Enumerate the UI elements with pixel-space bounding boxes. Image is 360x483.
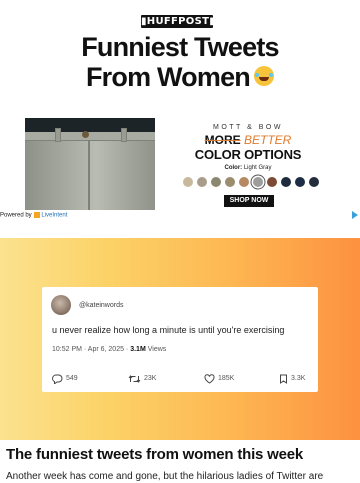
color-swatches <box>173 177 329 189</box>
ad-headline: COLOR OPTIONS <box>194 147 302 162</box>
tweet-views-count: 3.1M <box>130 346 146 353</box>
title-line-1: Funniest Tweets <box>81 32 279 62</box>
tweet-actions: 549 23K 185K 3.3K <box>42 373 318 387</box>
color-swatch[interactable] <box>267 177 277 187</box>
color-swatch[interactable] <box>295 177 305 187</box>
color-swatch[interactable] <box>309 177 319 187</box>
color-label-value: Light Gray <box>243 165 272 171</box>
shop-now-button[interactable]: SHOP NOW <box>224 195 274 207</box>
tweet-text: u never realize how long a minute is unt… <box>52 325 285 335</box>
ad-tagline-more: MORE <box>204 133 241 147</box>
ad-product-image[interactable] <box>25 118 155 210</box>
shirt-hem <box>25 118 155 132</box>
color-swatch[interactable] <box>225 177 235 187</box>
color-label-key: Color: <box>224 165 243 171</box>
tweet-meta: 10:52 PM · Apr 6, 2025 · 3.1M Views <box>52 346 166 353</box>
ad-tagline: MORE BETTER <box>186 133 310 147</box>
article-header: ▮HUFFPOST▮ Funniest Tweets From Women <box>0 0 360 115</box>
article-title: The funniest tweets from women this week <box>6 446 304 463</box>
adchoices-icon[interactable] <box>352 211 358 219</box>
article-body: Another week has come and gone, but the … <box>6 471 324 482</box>
avatar[interactable] <box>51 295 71 315</box>
belt-loop <box>121 128 127 142</box>
color-swatch[interactable] <box>253 177 263 187</box>
reply-icon <box>52 374 63 384</box>
color-swatch[interactable] <box>281 177 291 187</box>
ad-attribution[interactable]: Powered by LiveIntent <box>0 212 67 219</box>
reply-action[interactable]: 549 <box>52 373 78 385</box>
reply-count: 549 <box>66 375 78 382</box>
ad-color-label: Color: Light Gray <box>186 165 310 171</box>
retweet-action[interactable]: 23K <box>128 373 156 385</box>
color-swatch[interactable] <box>211 177 221 187</box>
title-line-2: From Women <box>0 62 360 92</box>
color-swatch[interactable] <box>183 177 193 187</box>
bookmark-icon <box>280 374 287 384</box>
ad-brand: MOTT & BOW <box>213 124 283 131</box>
tweet-card[interactable]: @kateinwords u never realize how long a … <box>42 287 318 392</box>
fly-seam <box>88 140 90 210</box>
belt-loop <box>55 128 61 142</box>
retweet-icon <box>128 375 141 383</box>
retweet-count: 23K <box>144 375 157 382</box>
like-action[interactable]: 185K <box>204 373 234 385</box>
bookmark-count: 3.3K <box>291 375 306 382</box>
powered-by-label: Powered by <box>0 212 32 219</box>
jeans-button <box>82 131 89 138</box>
waistband <box>25 132 155 141</box>
title-line-2-text: From Women <box>85 62 251 92</box>
color-swatch[interactable] <box>239 177 249 187</box>
bookmark-action[interactable]: 3.3K <box>279 373 305 385</box>
huffpost-logo[interactable]: ▮HUFFPOST▮ <box>141 15 215 28</box>
liveintent-label: LiveIntent <box>41 212 68 219</box>
like-count: 185K <box>218 375 235 382</box>
laughing-emoji-icon <box>254 65 274 86</box>
tweet-handle[interactable]: @kateinwords <box>79 302 123 309</box>
tweet-views-label: Views <box>147 346 167 353</box>
hero-image: @kateinwords u never realize how long a … <box>0 238 360 440</box>
ad-tagline-better: BETTER <box>244 133 292 147</box>
page-title: Funniest Tweets From Women <box>0 32 360 92</box>
liveintent-logo-icon <box>34 212 41 218</box>
heart-icon <box>204 374 215 384</box>
tweet-timestamp: 10:52 PM · Apr 6, 2025 · <box>52 346 129 353</box>
color-swatch[interactable] <box>197 177 207 187</box>
